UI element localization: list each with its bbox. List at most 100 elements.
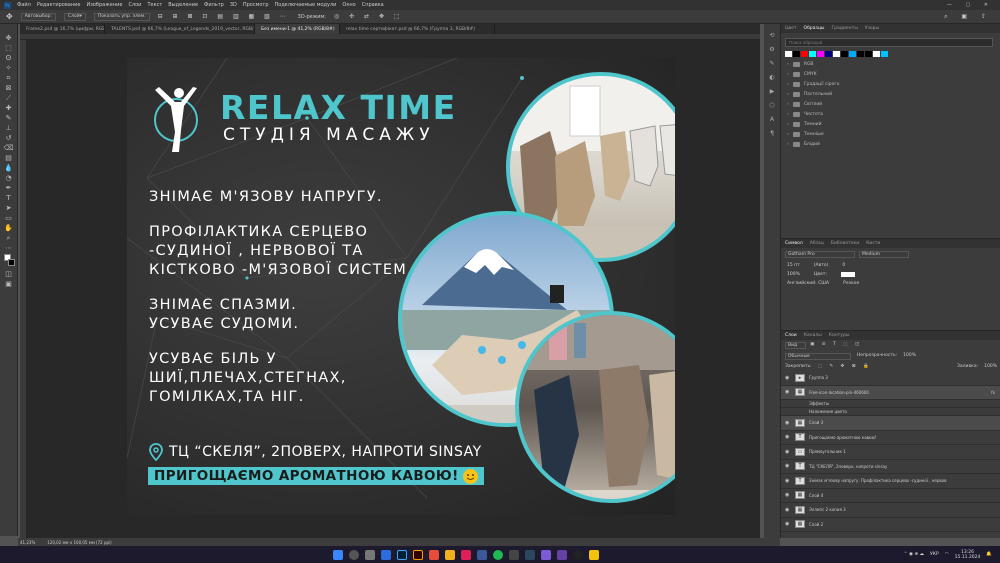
search-icon[interactable] bbox=[349, 549, 359, 560]
hand-tool-icon[interactable]: ✋ bbox=[4, 224, 14, 232]
swatch-group[interactable]: › Світлий bbox=[781, 99, 1000, 109]
layer-row[interactable]: ◉ ▦ Слой 2 bbox=[781, 518, 1000, 532]
tab-brushes[interactable]: Кисти bbox=[866, 241, 880, 246]
swatch-1[interactable] bbox=[793, 51, 800, 57]
layer-row[interactable]: ◉ ▭ Прямоугольник 1 bbox=[781, 445, 1000, 460]
tab-patterns[interactable]: Узоры bbox=[865, 26, 879, 31]
tab-character[interactable]: Символ bbox=[785, 241, 803, 246]
window-controls-icon[interactable]: — ▢ ✕ bbox=[947, 2, 1000, 8]
tab-gradients[interactable]: Градиенты bbox=[832, 26, 858, 31]
history-brush-icon[interactable]: ↺ bbox=[4, 134, 14, 142]
visibility-eye-icon[interactable]: ◉ bbox=[785, 492, 791, 498]
chrome-icon[interactable] bbox=[573, 549, 583, 560]
opacity-field[interactable]: 100% bbox=[903, 353, 916, 360]
font-style-select[interactable]: Medium bbox=[859, 251, 909, 258]
layer-row[interactable]: ◉ ▦ Эллипс 2 копия 3 bbox=[781, 503, 1000, 518]
lock-icons[interactable]: ⬚ ✎ ✥ ⊠ 🔒 bbox=[818, 364, 872, 369]
visibility-eye-icon[interactable]: ◉ bbox=[785, 507, 791, 513]
3d-icons[interactable]: ◎ ✣ ⇄ ✥ ⬚ bbox=[334, 13, 404, 20]
layer-filter-icons[interactable]: ▣ ⊘ T ⬚ ◫ bbox=[810, 342, 862, 349]
magic-wand-tool-icon[interactable]: ✧ bbox=[4, 64, 14, 72]
twitch-icon[interactable] bbox=[557, 549, 567, 560]
antialias-select[interactable]: Резкое bbox=[843, 281, 859, 286]
layer-row[interactable]: ◉ ▸ Группа 3 bbox=[781, 371, 1000, 386]
frame-tool-icon[interactable]: ⊠ bbox=[4, 84, 14, 92]
tab-frame2[interactable]: Frame2.psd @ 16,7% (цифри, RGB/8) bbox=[20, 24, 105, 34]
app-icon-dark[interactable] bbox=[509, 549, 519, 560]
zoom-level[interactable]: 41,23% bbox=[20, 540, 35, 545]
eraser-tool-icon[interactable]: ⌫ bbox=[4, 144, 14, 152]
type-tool-icon[interactable]: T bbox=[4, 194, 14, 202]
swatch-group[interactable]: › RGB bbox=[781, 59, 1000, 69]
artboard[interactable]: RELAX TIME СТУДІЯ МАСАЖУ ЗНІМАЄ М'ЯЗОВУ … bbox=[127, 58, 675, 515]
wifi-icon[interactable]: ◠ bbox=[945, 552, 949, 557]
more-tools-icon[interactable]: ⋯ bbox=[4, 244, 14, 252]
swatch-11[interactable] bbox=[873, 51, 880, 57]
tab-channels[interactable]: Каналы bbox=[804, 333, 822, 338]
menu-window[interactable]: Окно bbox=[342, 2, 355, 8]
tab-color[interactable]: Цвет bbox=[785, 26, 797, 31]
tab-untitled[interactable]: Без имени-1 @ 41,2% (RGB/8#) bbox=[255, 24, 340, 34]
tab-paths[interactable]: Контуры bbox=[829, 333, 850, 338]
chevron-right-icon[interactable]: › bbox=[787, 102, 789, 107]
visibility-eye-icon[interactable]: ◉ bbox=[785, 478, 791, 484]
language-select[interactable]: Английский: США bbox=[787, 281, 829, 286]
layer-fx-badge[interactable]: fx bbox=[991, 390, 1000, 395]
task-view-icon[interactable] bbox=[365, 549, 375, 560]
app-icon-purple[interactable] bbox=[541, 549, 551, 560]
visibility-eye-icon[interactable]: ◉ bbox=[785, 389, 791, 395]
tray-icons[interactable]: ⌃ ◉ ⊕ ☁ bbox=[904, 552, 924, 557]
files-icon[interactable] bbox=[381, 549, 391, 560]
swatch-group[interactable]: › CMYK bbox=[781, 69, 1000, 79]
move-tool-icon[interactable]: ✥ bbox=[6, 12, 13, 21]
windows-start-icon[interactable] bbox=[333, 549, 343, 560]
layer-row[interactable]: ◉ T Пригощаємо ароматною кавою! bbox=[781, 431, 1000, 445]
properties-panel-icon[interactable]: ⚙ bbox=[769, 46, 774, 53]
clock[interactable]: 13:26 15.11.2024 bbox=[955, 550, 981, 560]
swatch-group[interactable]: › Темний bbox=[781, 119, 1000, 129]
blend-mode-select[interactable]: Обычные bbox=[785, 353, 851, 360]
swatch-0[interactable] bbox=[785, 51, 792, 57]
layer-mode-select[interactable]: Слой ▾ bbox=[63, 12, 86, 21]
swatch-7[interactable] bbox=[841, 51, 848, 57]
healing-tool-icon[interactable]: ✚ bbox=[4, 104, 14, 112]
fill-field[interactable]: 100% bbox=[984, 364, 997, 369]
play-panel-icon[interactable]: ▶ bbox=[770, 88, 775, 95]
auto-select-checkbox[interactable]: Автовыбор: bbox=[20, 12, 56, 21]
menu-image[interactable]: Изображение bbox=[86, 2, 122, 8]
chevron-right-icon[interactable]: › bbox=[787, 92, 789, 97]
cube-panel-icon[interactable]: ⬡ bbox=[769, 102, 774, 109]
swatch-4[interactable] bbox=[817, 51, 824, 57]
tab-paragraph[interactable]: Абзац bbox=[810, 241, 824, 246]
screen-mode-icon[interactable]: ▣ bbox=[4, 280, 14, 288]
menu-view[interactable]: Просмотр bbox=[243, 2, 269, 8]
folder-icon[interactable] bbox=[445, 549, 455, 560]
tab-layers[interactable]: Слои bbox=[785, 333, 797, 338]
path-select-tool-icon[interactable]: ➤ bbox=[4, 204, 14, 212]
tab-libraries[interactable]: Библиотеки bbox=[831, 241, 859, 246]
dodge-tool-icon[interactable]: ◔ bbox=[4, 174, 14, 182]
paragraph-panel-icon[interactable]: ¶ bbox=[770, 130, 774, 137]
eyedropper-tool-icon[interactable]: ⟋ bbox=[4, 94, 14, 102]
marquee-tool-icon[interactable]: ⬚ bbox=[4, 44, 14, 52]
brush-panel-icon[interactable]: ✎ bbox=[769, 60, 774, 67]
tab-swatches[interactable]: Образцы bbox=[804, 26, 825, 31]
blur-tool-icon[interactable]: 💧 bbox=[4, 164, 14, 172]
swatch-8[interactable] bbox=[849, 51, 856, 57]
pen-tool-icon[interactable]: ✒ bbox=[4, 184, 14, 192]
swatch-9[interactable] bbox=[857, 51, 864, 57]
swatch-group[interactable]: › Темніше bbox=[781, 129, 1000, 139]
leading-field[interactable]: (Авто) bbox=[814, 263, 829, 268]
tracking-field[interactable]: 0 bbox=[842, 263, 845, 268]
chevron-right-icon[interactable]: › bbox=[787, 132, 789, 137]
layer-row[interactable]: ◉ T ТЦ "СКЕЛЯ", 2поверх, напроти sinsay bbox=[781, 460, 1000, 474]
menu-plugins[interactable]: Подключаемые модули bbox=[275, 2, 337, 8]
menu-file[interactable]: Файл bbox=[17, 2, 31, 8]
swatch-2[interactable] bbox=[801, 51, 808, 57]
visibility-eye-icon[interactable]: ◉ bbox=[785, 463, 791, 469]
menu-layers[interactable]: Слои bbox=[128, 2, 141, 8]
notification-icon[interactable]: 🔔 bbox=[986, 552, 992, 557]
font-family-select[interactable]: Gotham Pro bbox=[785, 251, 855, 258]
crop-tool-icon[interactable]: ⌗ bbox=[4, 74, 14, 82]
color-swatches-icon[interactable] bbox=[3, 254, 15, 268]
